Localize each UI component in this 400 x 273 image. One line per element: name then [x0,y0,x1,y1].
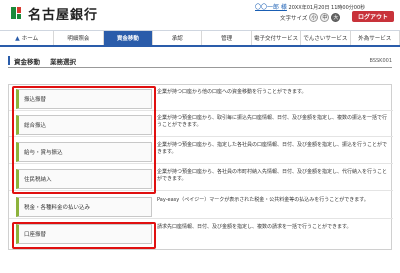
transfer-button[interactable]: 振込振替 [16,89,152,109]
menu-row-payroll: 給与・賞与振込 企業が持つ預金口座から、指定した各社員の口座情報、日付、及び金額… [9,140,393,164]
font-size-large-button[interactable]: 大 [331,13,341,22]
menu-row-transfer: 振込振替 企業が持つ口座から他の口座への資金移動を行うことができます。 [9,87,393,111]
global-nav: ▲ ホーム 明細照会 資金移動 承認 管理 電子交付サービス でんさいサービス … [0,30,400,47]
menu-row-account-debit: 口座振替 請求先口座情報、日付、及び金額を指定し、複数の請求を一括で行うことがで… [9,222,393,246]
nav-item-management[interactable]: 管理 [202,31,252,45]
menu-row-resident-tax: 住民税納入 企業が持つ預金口座から、各社員の市町村納入先情報、日付、及び金額を指… [9,167,393,191]
font-size-small-button[interactable]: 小 [309,13,319,22]
menu-row-bulk-transfer: 総合振込 企業が持つ預金口座から、取引毎に振込先口座情報、日付、及び金額を指定し… [9,113,393,137]
nav-item-e-delivery[interactable]: 電子交付サービス [252,31,302,45]
account-debit-description: 請求先口座情報、日付、及び金額を指定し、複数の請求を一括で行うことができます。 [157,224,352,230]
business-menu: 振込振替 企業が持つ口座から他の口座への資金移動を行うことができます。 総合振込… [8,84,393,250]
payroll-transfer-description: 企業が持つ預金口座から、指定した各社員の口座情報、日付、及び金額を指定し、振込を… [157,142,388,155]
font-size-label: 文字サイズ [280,15,308,22]
nav-item-statements[interactable]: 明細照会 [54,31,104,45]
tax-payment-description: Pay-easy（ペイジー）マークが表示された税金・公共料金等の払込みを行うこと… [157,197,369,203]
bank-logo-icon [8,5,24,21]
home-icon: ▲ [15,34,20,42]
nav-item-forex[interactable]: 外為サービス [351,31,400,45]
nav-item-approval[interactable]: 承認 [153,31,203,45]
bulk-transfer-button[interactable]: 総合振込 [16,115,152,135]
nav-item-fund-transfer[interactable]: 資金移動 [103,31,154,45]
menu-row-tax-payment: 税金・各種料金の払い込み Pay-easy（ペイジー）マークが表示された税金・公… [9,195,393,219]
nav-item-home[interactable]: ▲ ホーム [0,31,55,45]
logout-button[interactable]: ログアウト [352,11,394,22]
transfer-description: 企業が持つ口座から他の口座への資金移動を行うことができます。 [157,89,307,95]
app-header: 名古屋銀行 〇〇一郎 様 20XX年01月20日 11時00分00秒 文字サイズ… [0,0,400,30]
page-title: 資金移動 [14,57,40,66]
resident-tax-button[interactable]: 住民税納入 [16,169,152,189]
payroll-transfer-button[interactable]: 給与・賞与振込 [16,142,152,162]
font-size-medium-button[interactable]: 中 [320,13,330,22]
page-subtitle: 業務選択 [50,57,76,66]
resident-tax-description: 企業が持つ預金口座から、各社員の市町村納入先情報、日付、及び金額を指定し、代行納… [157,169,388,182]
bank-name: 名古屋銀行 [28,8,99,23]
user-info: 〇〇一郎 様 20XX年01月20日 11時00分00秒 [255,2,365,11]
user-name-link[interactable]: 〇〇一郎 様 [255,4,287,11]
nav-item-densai[interactable]: でんさいサービス [301,31,351,45]
title-accent-bar [8,56,10,65]
page-title-bar: 資金移動 業務選択 BSSK001 [8,54,392,68]
tax-payment-button[interactable]: 税金・各種料金の払い込み [16,197,152,217]
account-debit-button[interactable]: 口座振替 [16,224,152,244]
bulk-transfer-description: 企業が持つ預金口座から、取引毎に振込先口座情報、日付、及び金額を指定し、複数の振… [157,115,388,128]
font-size-selector: 文字サイズ 小 中 大 [280,12,341,23]
screen-id: BSSK001 [369,57,392,64]
